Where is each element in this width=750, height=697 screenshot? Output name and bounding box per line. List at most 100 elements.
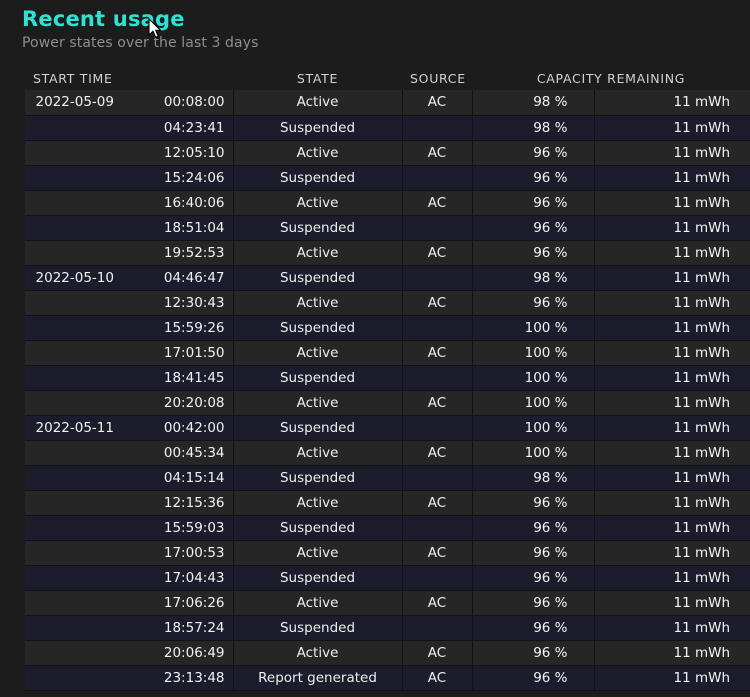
- cell-capacity-energy: 11 mWh: [594, 665, 750, 691]
- cell-capacity-percent: 96 %: [472, 640, 595, 666]
- cell-state: Suspended: [233, 515, 403, 541]
- table-row: 16:40:06 Active AC 96 % 11 mWh: [25, 190, 750, 216]
- cell-date: 2022-05-11: [25, 415, 118, 441]
- cell-capacity-energy: 11 mWh: [594, 290, 750, 316]
- cell-date: [25, 140, 118, 166]
- cell-time: 00:08:00: [118, 90, 234, 116]
- cell-time: 17:00:53: [118, 540, 234, 566]
- table-row: 00:45:34 Active AC 100 % 11 mWh: [25, 440, 750, 466]
- cell-date: [25, 465, 118, 491]
- cell-capacity-percent: 96 %: [472, 290, 595, 316]
- cell-capacity-percent: 96 %: [472, 590, 595, 616]
- battery-report-recent-usage: Recent usage Power states over the last …: [0, 0, 750, 697]
- cell-time: 12:15:36: [118, 490, 234, 516]
- cell-date: [25, 165, 118, 191]
- table-row: 18:51:04 Suspended 96 % 11 mWh: [25, 215, 750, 241]
- cell-capacity-percent: 98 %: [472, 115, 595, 141]
- table-row: 17:00:53 Active AC 96 % 11 mWh: [25, 540, 750, 566]
- cell-date: [25, 440, 118, 466]
- cell-source: [402, 215, 473, 241]
- cell-date: [25, 515, 118, 541]
- cell-state: Report generated: [233, 665, 403, 691]
- table-row: 2022-05-10 04:46:47 Suspended 98 % 11 mWh: [25, 265, 750, 291]
- cell-date: [25, 540, 118, 566]
- cell-state: Active: [233, 540, 403, 566]
- table-row: 2022-05-11 00:42:00 Suspended 100 % 11 mWh: [25, 415, 750, 441]
- cell-date: [25, 590, 118, 616]
- cell-date: [25, 315, 118, 341]
- table-row: 17:06:26 Active AC 96 % 11 mWh: [25, 590, 750, 616]
- cell-time: 04:46:47: [118, 265, 234, 291]
- cell-source: AC: [402, 640, 473, 666]
- cell-state: Active: [233, 590, 403, 616]
- cell-capacity-percent: 96 %: [472, 190, 595, 216]
- cell-capacity-energy: 11 mWh: [594, 415, 750, 441]
- table-row: 17:04:43 Suspended 96 % 11 mWh: [25, 565, 750, 591]
- cell-capacity-energy: 11 mWh: [594, 340, 750, 366]
- table-body: 2022-05-09 00:08:00 Active AC 98 % 11 mWh 04:2…: [25, 90, 750, 691]
- cell-source: [402, 315, 473, 341]
- cell-source: AC: [402, 540, 473, 566]
- cell-state: Suspended: [233, 315, 403, 341]
- cell-source: [402, 365, 473, 391]
- cell-state: Active: [233, 140, 403, 166]
- cell-capacity-percent: 96 %: [472, 565, 595, 591]
- cell-source: AC: [402, 340, 473, 366]
- cell-date: [25, 215, 118, 241]
- cell-capacity-percent: 100 %: [472, 390, 595, 416]
- cell-date: [25, 565, 118, 591]
- column-header-capacity-remaining: CAPACITY REMAINING: [472, 66, 750, 90]
- table-row: 23:13:48 Report generated AC 96 % 11 mWh: [25, 665, 750, 691]
- cell-capacity-percent: 96 %: [472, 665, 595, 691]
- cell-source: [402, 115, 473, 141]
- cell-source: [402, 465, 473, 491]
- cell-source: AC: [402, 240, 473, 266]
- cell-capacity-percent: 100 %: [472, 340, 595, 366]
- table-row: 04:23:41 Suspended 98 % 11 mWh: [25, 115, 750, 141]
- cell-source: AC: [402, 665, 473, 691]
- cell-time: 04:15:14: [118, 465, 234, 491]
- cell-state: Suspended: [233, 365, 403, 391]
- cell-capacity-percent: 100 %: [472, 440, 595, 466]
- cell-date: [25, 340, 118, 366]
- cell-capacity-energy: 11 mWh: [594, 140, 750, 166]
- cell-time: 00:45:34: [118, 440, 234, 466]
- cell-capacity-percent: 96 %: [472, 515, 595, 541]
- cell-capacity-energy: 11 mWh: [594, 390, 750, 416]
- table-row: 12:15:36 Active AC 96 % 11 mWh: [25, 490, 750, 516]
- cell-state: Active: [233, 440, 403, 466]
- cell-time: 17:06:26: [118, 590, 234, 616]
- table-row: 17:01:50 Active AC 100 % 11 mWh: [25, 340, 750, 366]
- cell-date: [25, 615, 118, 641]
- cell-time: 20:06:49: [118, 640, 234, 666]
- cell-state: Suspended: [233, 415, 403, 441]
- table-row: 20:06:49 Active AC 96 % 11 mWh: [25, 640, 750, 666]
- cell-time: 12:05:10: [118, 140, 234, 166]
- cell-source: AC: [402, 190, 473, 216]
- cell-date: [25, 390, 118, 416]
- cell-capacity-percent: 98 %: [472, 465, 595, 491]
- cell-capacity-energy: 11 mWh: [594, 565, 750, 591]
- cell-time: 18:51:04: [118, 215, 234, 241]
- column-header-source: SOURCE: [402, 66, 473, 90]
- cell-state: Active: [233, 640, 403, 666]
- cell-capacity-energy: 11 mWh: [594, 515, 750, 541]
- cell-source: AC: [402, 590, 473, 616]
- page-title: Recent usage: [22, 7, 185, 31]
- cell-capacity-energy: 11 mWh: [594, 465, 750, 491]
- cell-state: Suspended: [233, 265, 403, 291]
- cell-capacity-energy: 11 mWh: [594, 115, 750, 141]
- cell-capacity-energy: 11 mWh: [594, 165, 750, 191]
- cell-state: Active: [233, 90, 403, 116]
- cell-date: [25, 665, 118, 691]
- cell-capacity-percent: 100 %: [472, 315, 595, 341]
- table-row: 04:15:14 Suspended 98 % 11 mWh: [25, 465, 750, 491]
- cell-source: AC: [402, 140, 473, 166]
- column-header-state: STATE: [233, 66, 403, 90]
- cell-state: Active: [233, 240, 403, 266]
- cell-capacity-energy: 11 mWh: [594, 365, 750, 391]
- cell-capacity-energy: 11 mWh: [594, 190, 750, 216]
- cell-time: 17:04:43: [118, 565, 234, 591]
- cell-state: Active: [233, 290, 403, 316]
- cell-state: Suspended: [233, 465, 403, 491]
